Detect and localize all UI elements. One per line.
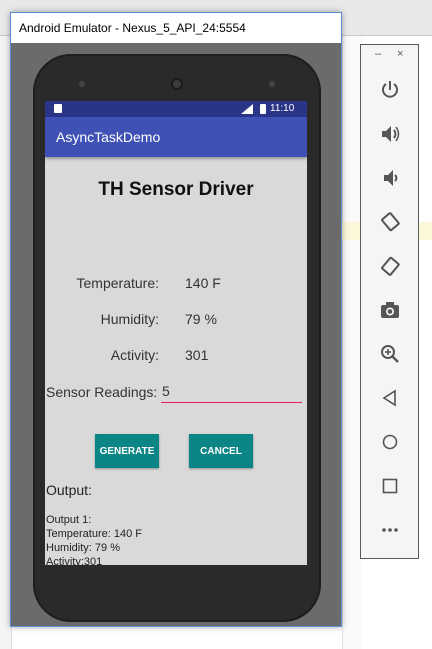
emulator-window: Android Emulator - Nexus_5_API_24:5554 1…: [10, 12, 342, 627]
rotate-right-icon[interactable]: [377, 253, 403, 279]
status-bar: 11:10: [45, 101, 307, 117]
home-icon[interactable]: [377, 429, 403, 455]
sensor-readings-label: Sensor Readings:: [46, 384, 158, 400]
status-clock: 11:10: [270, 103, 295, 114]
more-icon[interactable]: [377, 517, 403, 543]
overview-icon[interactable]: [377, 473, 403, 499]
close-button[interactable]: ×: [397, 48, 403, 60]
emulator-side-toolbar: – ×: [360, 44, 419, 559]
zoom-icon[interactable]: [377, 341, 403, 367]
sd-card-icon: [54, 104, 62, 113]
humidity-value: 79 %: [185, 311, 217, 327]
camera-icon[interactable]: [377, 297, 403, 323]
emulator-title: Android Emulator - Nexus_5_API_24:5554: [11, 13, 341, 43]
generate-button[interactable]: GENERATE: [95, 434, 159, 468]
output-line: Output 1:: [46, 514, 92, 526]
sensor-readings-input[interactable]: [161, 379, 302, 403]
app-title: AsyncTaskDemo: [56, 129, 161, 145]
device-screen: 11:10 AsyncTaskDemo TH Sensor Driver Tem…: [45, 101, 307, 565]
minimize-button[interactable]: –: [375, 48, 381, 60]
phone-frame: 11:10 AsyncTaskDemo TH Sensor Driver Tem…: [33, 54, 321, 622]
activity-label: Activity:: [110, 347, 159, 363]
page-title: TH Sensor Driver: [98, 179, 254, 200]
volume-up-icon[interactable]: [377, 121, 403, 147]
activity-value: 301: [185, 347, 209, 363]
output-text: Output 1: Temperature: 140 F Humidity: 7…: [46, 513, 142, 565]
sensor-dot: [79, 81, 85, 87]
ide-editor-strip: [342, 36, 362, 649]
temperature-label: Temperature:: [76, 275, 159, 291]
humidity-label: Humidity:: [100, 311, 159, 327]
front-camera-icon: [171, 78, 183, 90]
back-icon[interactable]: [377, 385, 403, 411]
output-line: Temperature: 140 F: [46, 528, 142, 540]
output-line: Activity:301: [46, 556, 103, 565]
temperature-value: 140 F: [185, 275, 221, 291]
volume-down-icon[interactable]: [377, 165, 403, 191]
sensor-dot: [269, 81, 275, 87]
rotate-left-icon[interactable]: [377, 209, 403, 235]
output-title: Output:: [46, 482, 92, 498]
battery-icon: [260, 104, 266, 114]
cancel-button[interactable]: CANCEL: [189, 434, 253, 468]
power-icon[interactable]: [377, 77, 403, 103]
app-bar: AsyncTaskDemo: [45, 117, 307, 157]
emulator-body: 11:10 AsyncTaskDemo TH Sensor Driver Tem…: [11, 43, 341, 626]
output-line: Humidity: 79 %: [46, 542, 120, 554]
signal-icon: [241, 104, 253, 114]
